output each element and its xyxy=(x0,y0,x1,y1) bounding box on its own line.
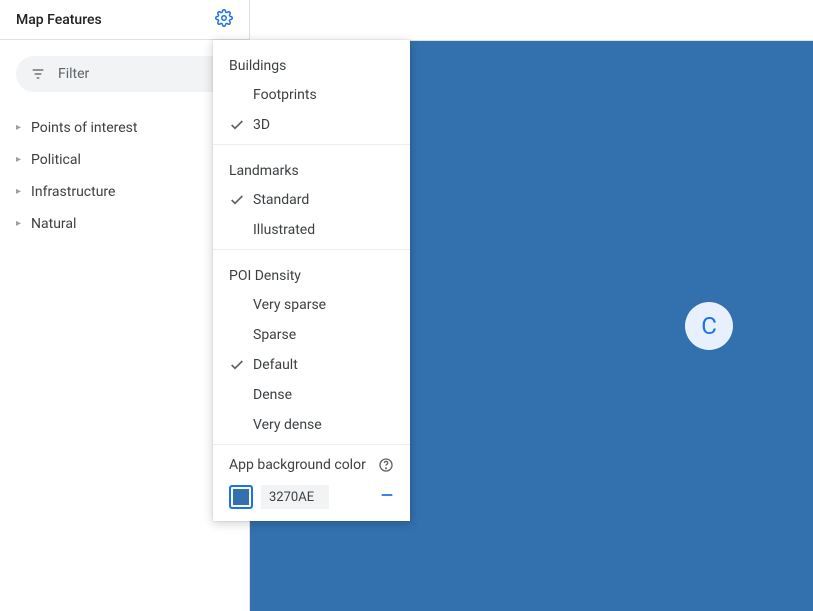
option-label: Standard xyxy=(251,192,398,208)
section-bg-color: App background color xyxy=(213,445,410,513)
tree-item-label: Political xyxy=(31,152,81,168)
option-illustrated[interactable]: Illustrated xyxy=(213,215,410,245)
sidebar-header: Map Features xyxy=(0,0,249,40)
settings-button[interactable] xyxy=(215,9,233,31)
section-title: Buildings xyxy=(213,48,410,80)
tree-item-label: Natural xyxy=(31,216,76,232)
tree-item-infrastructure[interactable]: ▸ Infrastructure xyxy=(10,176,239,208)
check-icon xyxy=(229,192,251,208)
triangle-right-icon: ▸ xyxy=(16,155,21,165)
option-label: Footprints xyxy=(251,87,398,103)
reset-color-button[interactable] xyxy=(380,488,394,506)
option-footprints[interactable]: Footprints xyxy=(213,80,410,110)
option-label: 3D xyxy=(251,117,398,133)
feature-tree: ▸ Points of interest ▸ Political ▸ Infra… xyxy=(0,108,249,244)
map-control-button[interactable]: C xyxy=(685,302,733,350)
option-very-dense[interactable]: Very dense xyxy=(213,410,410,440)
filter-icon xyxy=(30,66,46,82)
section-title: Landmarks xyxy=(213,153,410,185)
triangle-right-icon: ▸ xyxy=(16,219,21,229)
help-icon[interactable] xyxy=(378,457,394,473)
tree-item-poi[interactable]: ▸ Points of interest xyxy=(10,112,239,144)
settings-popup: Buildings Footprints 3D Landmarks Standa… xyxy=(213,40,410,521)
section-buildings: Buildings Footprints 3D xyxy=(213,40,410,145)
bg-color-inputs xyxy=(229,485,394,509)
option-label: Dense xyxy=(251,387,398,403)
gear-icon xyxy=(215,9,233,31)
option-standard[interactable]: Standard xyxy=(213,185,410,215)
sidebar-title: Map Features xyxy=(16,12,102,28)
option-default[interactable]: Default xyxy=(213,350,410,380)
section-poi-density: POI Density Very sparse Sparse Default D… xyxy=(213,250,410,445)
option-dense[interactable]: Dense xyxy=(213,380,410,410)
section-title: POI Density xyxy=(213,258,410,290)
option-sparse[interactable]: Sparse xyxy=(213,320,410,350)
check-icon xyxy=(229,117,251,133)
bg-color-label: App background color xyxy=(229,457,366,473)
avatar-letter: C xyxy=(701,312,717,340)
option-label: Illustrated xyxy=(251,222,398,238)
option-3d[interactable]: 3D xyxy=(213,110,410,140)
tree-item-label: Points of interest xyxy=(31,120,137,136)
check-icon xyxy=(229,357,251,373)
hex-input[interactable] xyxy=(261,485,329,509)
section-landmarks: Landmarks Standard Illustrated xyxy=(213,145,410,250)
tree-item-natural[interactable]: ▸ Natural xyxy=(10,208,239,240)
triangle-right-icon: ▸ xyxy=(16,187,21,197)
tree-item-label: Infrastructure xyxy=(31,184,115,200)
filter-chip[interactable]: Filter xyxy=(16,56,233,92)
filter-label: Filter xyxy=(58,66,89,82)
option-label: Very dense xyxy=(251,417,398,433)
bg-color-header: App background color xyxy=(229,457,394,473)
option-label: Very sparse xyxy=(251,297,398,313)
color-swatch[interactable] xyxy=(229,485,253,509)
tree-item-political[interactable]: ▸ Political xyxy=(10,144,239,176)
option-very-sparse[interactable]: Very sparse xyxy=(213,290,410,320)
option-label: Default xyxy=(251,357,398,373)
triangle-right-icon: ▸ xyxy=(16,123,21,133)
option-label: Sparse xyxy=(251,327,398,343)
